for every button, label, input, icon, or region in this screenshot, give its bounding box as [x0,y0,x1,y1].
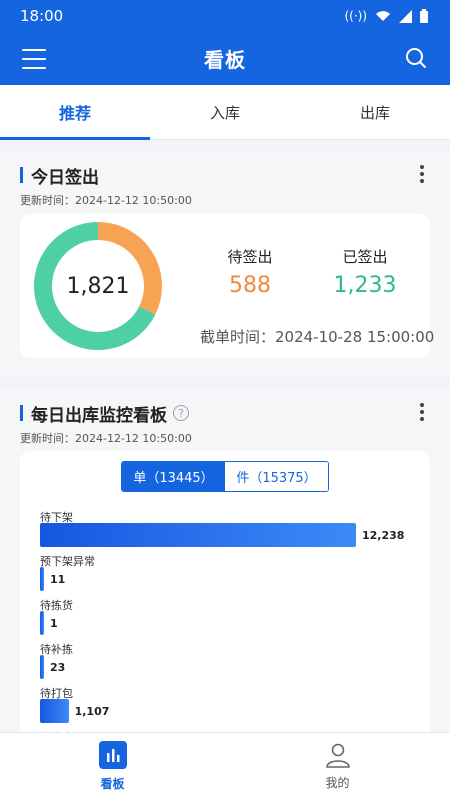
more-icon[interactable] [420,165,424,183]
nav-dashboard-label: 看板 [100,777,125,791]
total-value: 1,821 [66,273,130,299]
bar-value: 23 [50,661,66,674]
nav-dashboard[interactable]: 看板 [0,733,225,800]
pending-label: 待签出 [227,248,273,266]
bar-value: 12,238 [362,529,405,542]
nfc-icon: ((·)) [344,9,367,23]
signal-icon [399,9,412,23]
signed-value: 1,233 [333,273,397,298]
nav-profile[interactable]: 我的 [225,733,450,800]
bar-label: 待拣货 [40,599,73,612]
wifi-icon [376,11,390,21]
section-title: 每日出库监控看板 [31,405,167,426]
updated-time: 更新时间：2024-12-12 10:50:00 [20,432,192,445]
bottom-nav: 看板 我的 [0,732,450,800]
bar-fill [40,567,44,591]
tab-recommend[interactable]: 推荐 [0,85,150,140]
bar-value: 1,107 [74,705,110,718]
section-title: 今日签出 [31,167,99,188]
section-accent-bar [20,405,23,421]
bar-fill [40,655,44,679]
more-icon[interactable] [420,403,424,421]
menu-icon[interactable] [22,49,46,69]
status-time: 18:00 [20,7,64,25]
unit-toggle[interactable]: 单（13445） 件（15375） [121,461,329,492]
bar-fill [40,699,69,723]
pending-value: 588 [229,273,271,298]
signout-section: 今日签出 更新时间：2024-12-12 10:50:00 1,821 待签出 … [0,150,450,378]
signout-card: 1,821 待签出 588 已签出 1,233 截单时间：2024-10-28 … [20,214,434,358]
chart-icon [98,741,127,769]
tab-bar: 推荐 入库 出库 [0,85,450,140]
tab-outbound[interactable]: 出库 [300,85,450,139]
bar-fill [40,611,44,635]
bar-value: 1 [50,617,58,630]
nav-profile-label: 我的 [325,776,350,790]
section-accent-bar [20,167,23,183]
monitor-section: 每日出库监控看板 ? 更新时间：2024-12-12 10:50:00 单（13… [0,388,450,751]
page-title: 看板 [204,48,246,72]
monitor-card: 单（13445） 件（15375） 待下架 12,238 预下架异常 11 待拣货 1 待补… [20,451,430,751]
toggle-pieces[interactable]: 件（15375） [225,462,328,491]
search-icon[interactable] [404,46,428,70]
signed-label: 已签出 [342,248,388,266]
toggle-orders[interactable]: 单（13445） [122,462,225,491]
updated-time: 更新时间：2024-12-12 10:50:00 [20,194,192,207]
bar-fill [40,523,356,547]
bar-label: 待补拣 [40,643,73,656]
bar-value: 11 [50,573,66,586]
signed-stat: 已签出 1,233 [310,246,420,298]
app-header: 18:00 ((·)) 看板 [0,0,450,85]
tab-inbound[interactable]: 入库 [150,85,300,139]
user-icon [325,743,350,768]
cutoff-time: 截单时间：2024-10-28 15:00:00 [200,328,435,346]
battery-icon [420,9,428,23]
status-bar: 18:00 ((·)) [0,0,450,32]
bar-label: 预下架异常 [40,555,95,568]
pending-stat: 待签出 588 [195,246,305,298]
help-icon[interactable]: ? [173,405,189,421]
